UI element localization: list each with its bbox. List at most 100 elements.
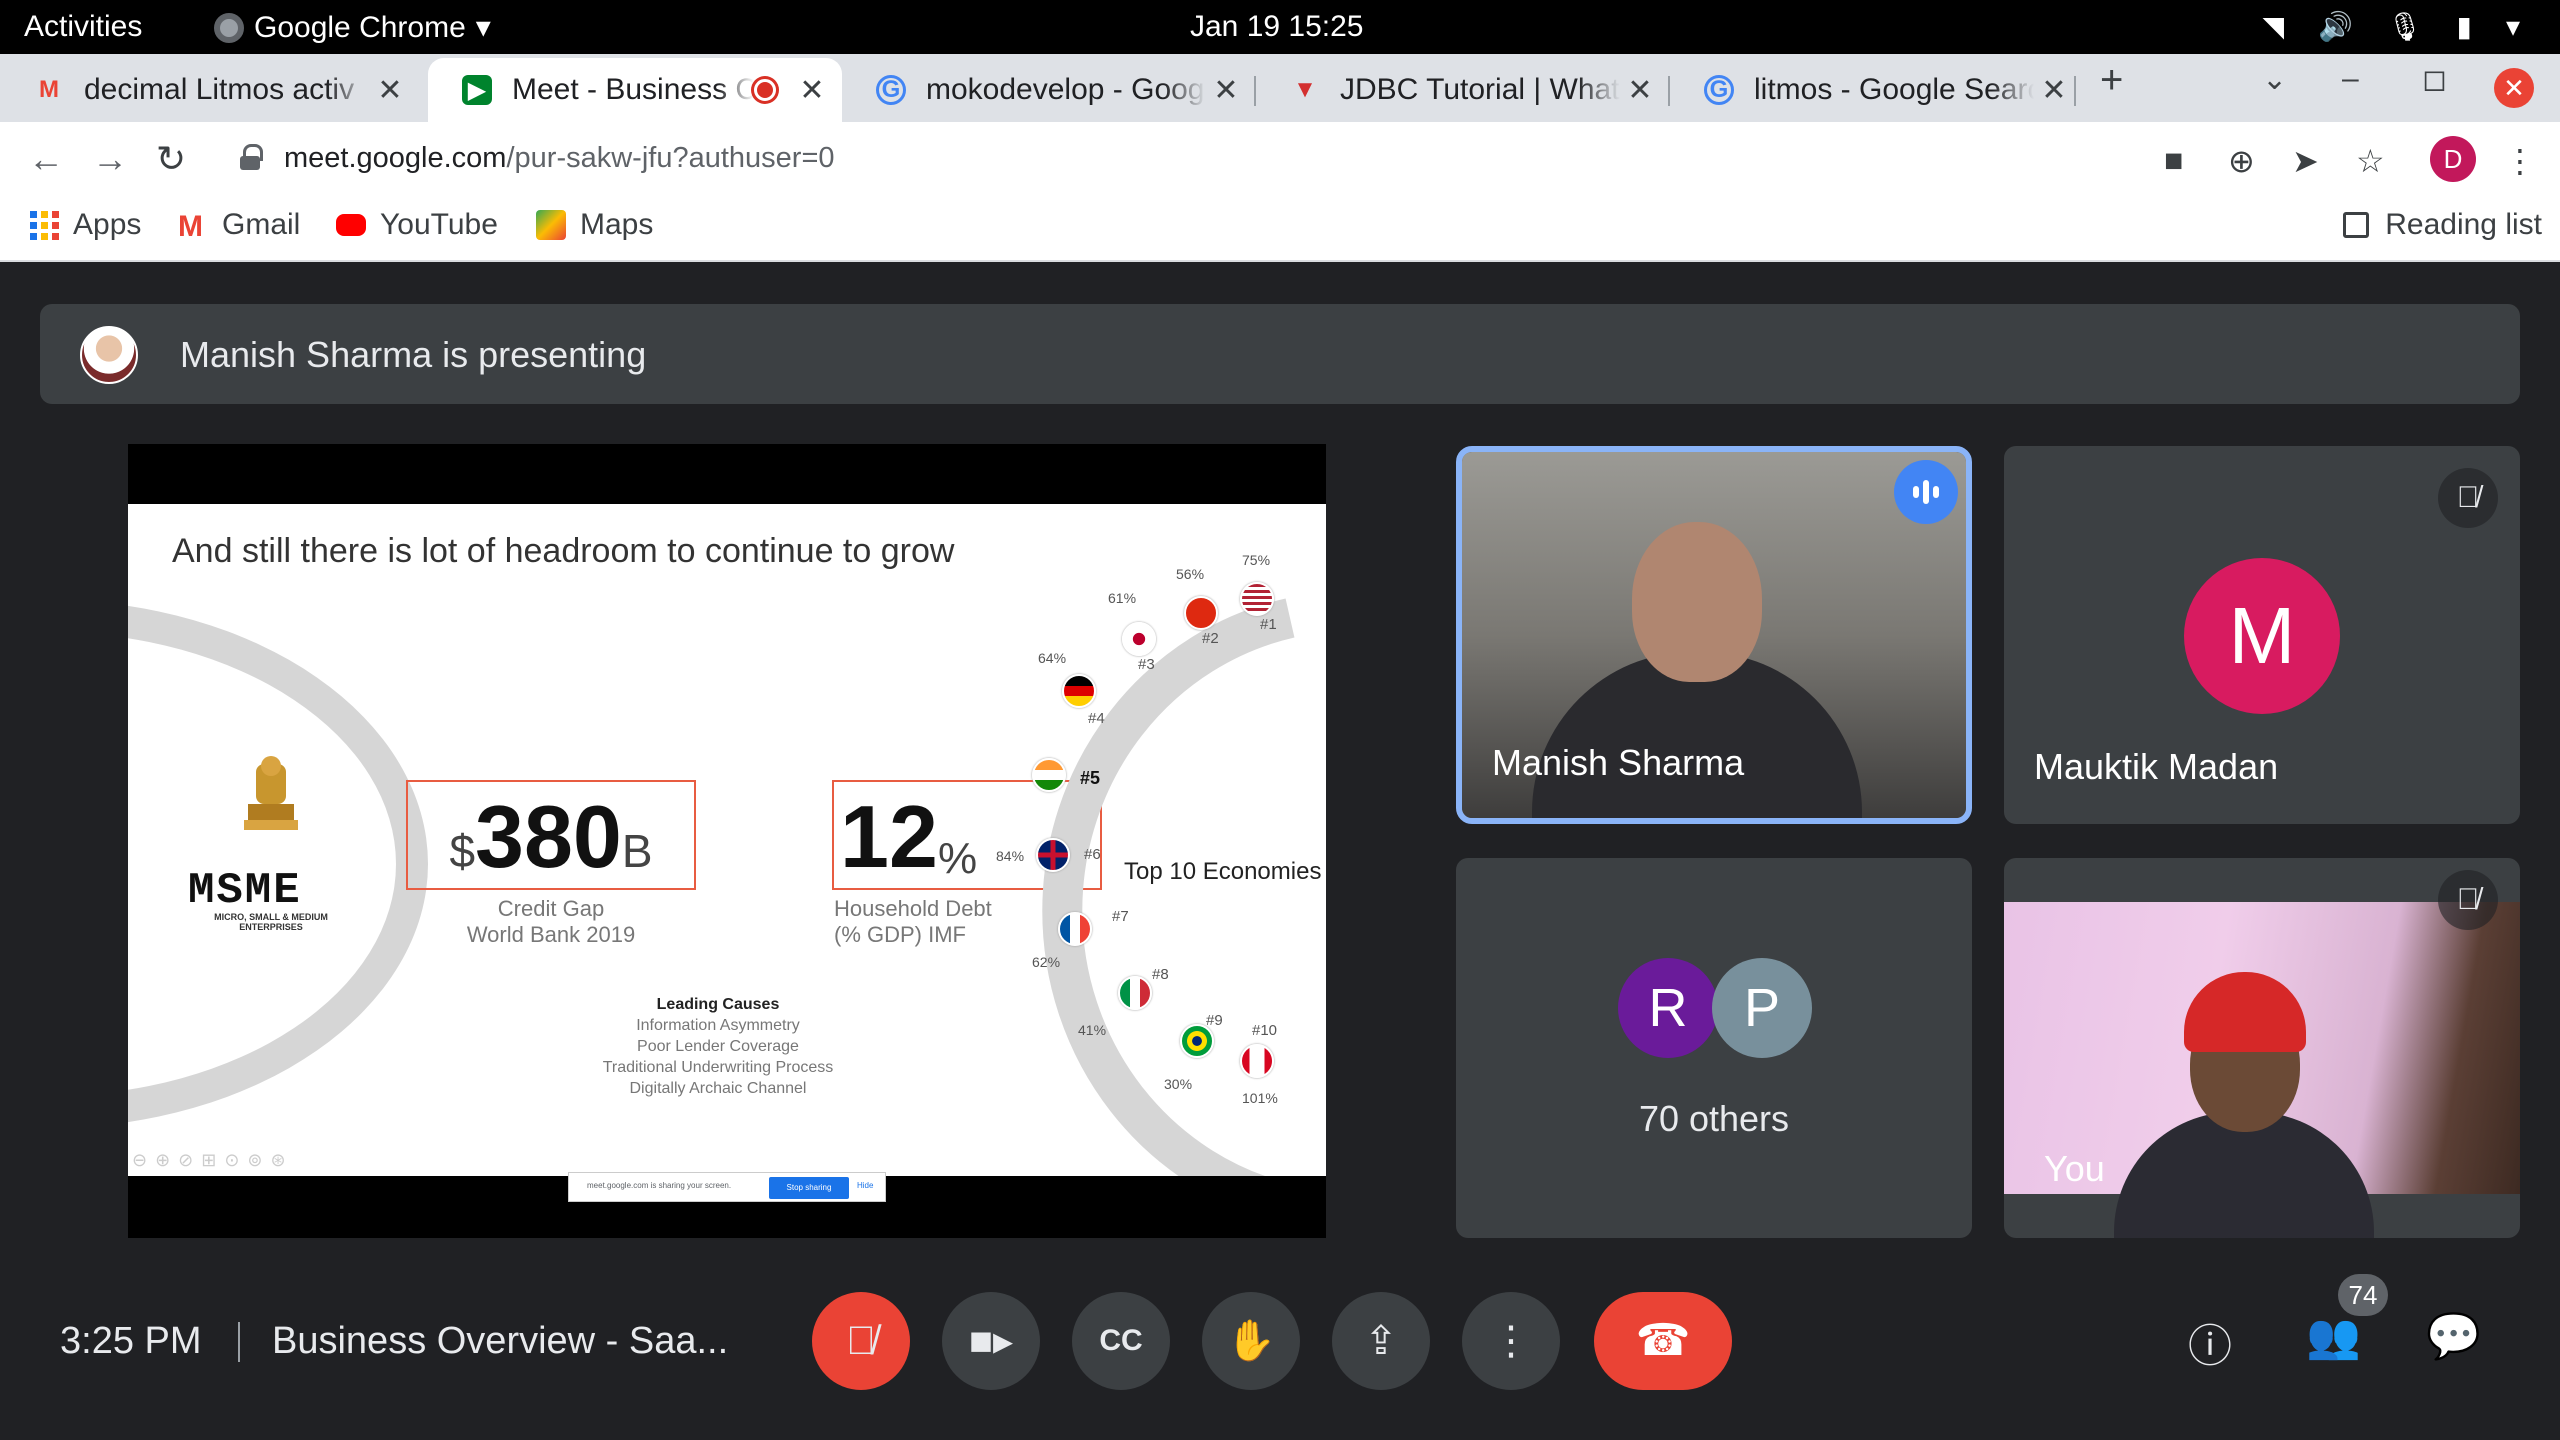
tab-title: litmos - Google Searc <box>1754 73 2034 106</box>
debt-percent-label: 61% <box>1108 590 1137 606</box>
menu-icon[interactable]: ⋮ <box>2504 142 2536 180</box>
more-options-button[interactable]: ⋮ <box>1462 1292 1560 1390</box>
bookmark-apps[interactable]: Apps <box>30 208 141 242</box>
close-icon[interactable]: ✕ <box>370 73 410 108</box>
bookmark-maps[interactable]: Maps <box>536 208 653 242</box>
participant-name: You <box>2044 1148 2105 1189</box>
divider <box>238 1322 240 1362</box>
back-button[interactable]: ← <box>28 138 64 180</box>
rank-label: #1 <box>1260 616 1277 633</box>
system-tray[interactable]: ◥ 🔊 🎙 ▮ ▾ <box>2263 10 2520 43</box>
captions-icon: CC <box>1099 1324 1143 1357</box>
tab-title: Meet - Business C <box>512 73 754 106</box>
presenting-text: Manish Sharma is presenting <box>180 334 647 375</box>
bookmark-label: Apps <box>73 208 142 241</box>
url-path: /pur-sakw-jfu?authuser=0 <box>506 142 835 174</box>
speaking-indicator-icon <box>1894 460 1958 524</box>
flag-italy-icon <box>1118 976 1152 1010</box>
system-top-bar: Activities Google Chrome ▾ Jan 19 15:25 … <box>0 0 2560 54</box>
rank-label: #9 <box>1206 1012 1223 1029</box>
wifi-icon: ◥ <box>2262 11 2285 42</box>
google-icon: G <box>1704 75 1734 105</box>
close-icon[interactable]: ✕ <box>792 73 832 108</box>
tab-title: JDBC Tutorial | What <box>1340 73 1620 106</box>
chat-button[interactable]: 💬 <box>2426 1310 2481 1362</box>
flag-china-icon <box>1184 596 1218 630</box>
raise-hand-button[interactable]: ✋ <box>1202 1292 1300 1390</box>
camera-toggle-button[interactable]: ■▸ <box>942 1292 1040 1390</box>
meeting-controls: 3:25 PM Business Overview - Saa... 🎙̸ ■▸… <box>0 1270 2560 1440</box>
tab-litmos[interactable]: G litmos - Google Searc ✕ <box>1670 58 2084 122</box>
participant-tile-manish[interactable]: Manish Sharma <box>1456 446 1972 824</box>
new-tab-button[interactable]: + <box>2100 58 2123 103</box>
captions-button[interactable]: CC <box>1072 1292 1170 1390</box>
shared-screen[interactable]: And still there is lot of headroom to co… <box>128 444 1326 1238</box>
camera-icon: ■▸ <box>968 1319 1014 1363</box>
mic-toggle-button[interactable]: 🎙̸ <box>812 1292 910 1390</box>
participant-name: Manish Sharma <box>1492 742 1745 783</box>
end-call-button[interactable]: ☎ <box>1594 1292 1732 1390</box>
close-icon[interactable]: ✕ <box>1620 73 1660 108</box>
tab-mokodevelop[interactable]: G mokodevelop - Goog ✕ <box>842 58 1256 122</box>
browser-toolbar: ← → ↻ meet.google.com/pur-sakw-jfu?authu… <box>0 122 2560 198</box>
bookmark-label: YouTube <box>380 208 498 241</box>
rank-label: #4 <box>1088 710 1105 727</box>
rank-label: #5 <box>1080 768 1101 788</box>
present-button[interactable]: ⇪ <box>1332 1292 1430 1390</box>
maximize-button[interactable]: ◻ <box>2422 62 2447 97</box>
presenting-banner: Manish Sharma is presenting <box>40 304 2520 404</box>
gmail-icon: M <box>39 76 59 103</box>
presenter-avatar <box>80 326 138 384</box>
microphone-icon: 🎙 <box>2386 11 2423 42</box>
reload-button[interactable]: ↻ <box>156 138 186 180</box>
camera-icon[interactable]: ■ <box>2164 142 2183 179</box>
app-menu[interactable]: Google Chrome ▾ <box>214 10 491 45</box>
jdbc-icon: ▼ <box>1293 76 1317 103</box>
debt-percent-label: 75% <box>1242 552 1271 568</box>
bookmark-gmail[interactable]: M Gmail <box>178 208 300 243</box>
minimize-button[interactable]: – <box>2342 62 2359 96</box>
person-head <box>1632 522 1762 682</box>
debt-percent-label: 30% <box>1164 1076 1193 1092</box>
meeting-name: Business Overview - Saa... <box>272 1320 729 1362</box>
participant-tile-mauktik[interactable]: 🎙̸ M Mauktik Madan <box>2004 446 2520 824</box>
bookmark-youtube[interactable]: YouTube <box>336 208 498 242</box>
people-button[interactable]: 👥 <box>2306 1310 2361 1362</box>
rank-label: #2 <box>1202 630 1219 647</box>
battery-icon: ▮ <box>2456 11 2472 42</box>
reading-list-button[interactable]: Reading list <box>2343 208 2542 242</box>
send-icon[interactable]: ➤ <box>2292 142 2319 180</box>
phone-hangup-icon: ☎ <box>1635 1316 1691 1365</box>
flag-germany-icon <box>1062 674 1096 708</box>
mic-off-icon: 🎙̸ <box>846 1319 876 1363</box>
participant-tile-self[interactable]: 🎙̸ You <box>2004 858 2520 1238</box>
tab-jdbc[interactable]: ▼ JDBC Tutorial | What ✕ <box>1256 58 1670 122</box>
meeting-info-button[interactable]: ⓘ <box>2188 1310 2232 1374</box>
tab-meet[interactable]: ▶ Meet - Business C ✕ <box>428 58 842 122</box>
profile-avatar[interactable]: D <box>2430 136 2476 182</box>
url-text[interactable]: meet.google.com/pur-sakw-jfu?authuser=0 <box>284 142 835 175</box>
slide-controls[interactable]: ⊖⊕⊘⊞⊙⊚⊛ <box>132 1150 294 1171</box>
tab-title: decimal Litmos activ <box>84 73 355 106</box>
close-icon[interactable]: ✕ <box>2034 73 2074 108</box>
chat-icon: 💬 <box>2426 1312 2481 1361</box>
system-clock[interactable]: Jan 19 15:25 <box>1190 10 1363 44</box>
tab-gmail[interactable]: M decimal Litmos activ ✕ <box>0 58 420 122</box>
address-bar[interactable]: meet.google.com/pur-sakw-jfu?authuser=0 <box>218 132 2188 188</box>
forward-button[interactable]: → <box>92 138 128 180</box>
apps-grid-icon <box>30 210 59 240</box>
hide-button[interactable]: Hide <box>857 1181 873 1190</box>
bookmark-star-icon[interactable]: ☆ <box>2356 142 2385 180</box>
google-icon: G <box>876 75 906 105</box>
zoom-icon[interactable]: ⊕ <box>2228 142 2255 180</box>
mic-off-icon: 🎙̸ <box>2438 468 2498 528</box>
window-close-button[interactable]: ✕ <box>2494 68 2534 108</box>
tab-search-button[interactable]: ⌄ <box>2262 62 2287 97</box>
info-icon: ⓘ <box>2188 1322 2232 1371</box>
app-menu-label: Google Chrome <box>254 10 466 44</box>
stop-sharing-button[interactable]: Stop sharing <box>769 1177 849 1199</box>
participant-name: Mauktik Madan <box>2034 746 2279 787</box>
close-icon[interactable]: ✕ <box>1206 73 1246 108</box>
participant-tile-others[interactable]: R P 70 others <box>1456 858 1972 1238</box>
activities-button[interactable]: Activities <box>24 10 142 44</box>
